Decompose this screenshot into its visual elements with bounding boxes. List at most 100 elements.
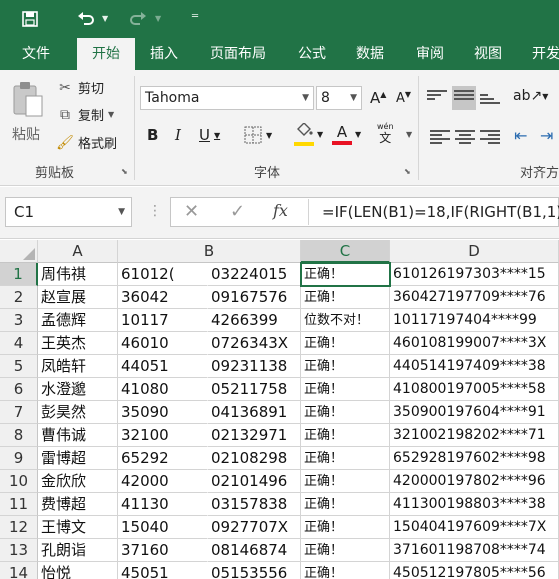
tab-view[interactable]: 视图 <box>462 38 514 70</box>
cell-b-overflow[interactable]: 0927707X <box>208 516 301 539</box>
undo-dropdown-icon[interactable]: ▼ <box>102 14 108 23</box>
cell-b-overflow[interactable]: 04136891 <box>208 401 301 424</box>
column-header-c[interactable]: C <box>301 240 390 263</box>
cell-d[interactable]: 321002198202****71 <box>390 424 559 447</box>
row-header[interactable]: 2 <box>0 286 38 309</box>
font-size-dropdown-icon[interactable]: ▼ <box>350 87 357 109</box>
grow-font-button[interactable]: A ▲ <box>370 89 386 107</box>
cell-b-overflow[interactable]: 02108298 <box>208 447 301 470</box>
cell-b[interactable]: 61012( <box>118 263 208 286</box>
cell-a[interactable]: 怡悦 <box>38 562 118 579</box>
cell-b[interactable]: 46010 <box>118 332 208 355</box>
row-header[interactable]: 1 <box>0 263 38 286</box>
underline-dropdown-icon[interactable]: ▼ <box>214 131 220 140</box>
cell-a[interactable]: 彭昊然 <box>38 401 118 424</box>
cell-c[interactable]: 正确！ <box>301 424 390 447</box>
row-header[interactable]: 3 <box>0 309 38 332</box>
cell-c[interactable]: 正确！ <box>301 470 390 493</box>
cell-b[interactable]: 65292 <box>118 447 208 470</box>
cell-c[interactable]: 正确！ <box>301 263 390 286</box>
redo-dropdown-icon[interactable]: ▼ <box>155 14 161 23</box>
fill-color-button[interactable]: ▼ <box>294 122 323 146</box>
tab-home[interactable]: 开始 <box>77 38 135 71</box>
cell-b[interactable]: 42000 <box>118 470 208 493</box>
cell-b[interactable]: 15040 <box>118 516 208 539</box>
bold-button[interactable]: B <box>147 126 158 144</box>
cell-a[interactable]: 水澄邈 <box>38 378 118 401</box>
enter-icon[interactable]: ✓ <box>230 201 245 222</box>
row-header[interactable]: 14 <box>0 562 38 579</box>
borders-dropdown-icon[interactable]: ▼ <box>266 131 272 140</box>
tab-developer[interactable]: 开发 <box>520 38 559 70</box>
column-header-d[interactable]: D <box>390 240 559 263</box>
cell-d[interactable]: 10117197404****99 <box>390 309 559 332</box>
cell-c[interactable]: 正确！ <box>301 378 390 401</box>
cell-b-overflow[interactable]: 05211758 <box>208 378 301 401</box>
cell-a[interactable]: 赵宣展 <box>38 286 118 309</box>
cell-a[interactable]: 孔朗诣 <box>38 539 118 562</box>
cell-b-overflow[interactable]: 05153556 <box>208 562 301 579</box>
font-size-combo[interactable]: 8 ▼ <box>316 86 362 110</box>
cell-a[interactable]: 王博文 <box>38 516 118 539</box>
tab-formulas[interactable]: 公式 <box>287 38 337 70</box>
cell-d[interactable]: 460108199007****3X <box>390 332 559 355</box>
cell-d[interactable]: 610126197303****15 <box>390 263 559 286</box>
phonetic-dropdown-icon[interactable]: ▼ <box>406 130 412 139</box>
align-left-icon[interactable] <box>430 128 450 146</box>
font-color-button[interactable]: A ▼ <box>332 123 361 145</box>
shrink-font-button[interactable]: A ▼ <box>396 90 411 106</box>
clipboard-launcher-icon[interactable]: ⬊ <box>121 167 128 176</box>
cell-c[interactable]: 正确！ <box>301 355 390 378</box>
cell-d[interactable]: 350900197604****91 <box>390 401 559 424</box>
cell-c[interactable]: 正确！ <box>301 332 390 355</box>
decrease-indent-button[interactable]: ⇤ <box>514 126 527 145</box>
column-header-a[interactable]: A <box>38 240 118 263</box>
row-header[interactable]: 5 <box>0 355 38 378</box>
font-launcher-icon[interactable]: ⬊ <box>404 167 411 176</box>
row-header[interactable]: 11 <box>0 493 38 516</box>
select-all-corner[interactable] <box>0 240 38 263</box>
cell-b[interactable]: 36042 <box>118 286 208 309</box>
cancel-icon[interactable]: ✕ <box>184 201 199 222</box>
cell-a[interactable]: 王英杰 <box>38 332 118 355</box>
cell-d[interactable]: 420000197802****96 <box>390 470 559 493</box>
underline-button[interactable]: U ▼ <box>199 126 220 144</box>
tab-file[interactable]: 文件 <box>10 38 62 70</box>
orientation-dropdown-icon[interactable]: ▼ <box>542 92 548 101</box>
cell-b-overflow[interactable]: 08146874 <box>208 539 301 562</box>
cell-b[interactable]: 45051 <box>118 562 208 579</box>
format-painter-button[interactable]: 🖌 格式刷 <box>56 133 117 153</box>
cell-b-overflow[interactable]: 4266399 <box>208 309 301 332</box>
cell-b[interactable]: 44051 <box>118 355 208 378</box>
cell-b-overflow[interactable]: 09167576 <box>208 286 301 309</box>
name-box[interactable]: C1 ▼ <box>5 197 132 227</box>
tab-page-layout[interactable]: 页面布局 <box>198 38 278 70</box>
row-header[interactable]: 8 <box>0 424 38 447</box>
align-center-icon[interactable] <box>455 128 475 146</box>
undo-icon[interactable] <box>74 7 98 31</box>
cell-c[interactable]: 正确！ <box>301 286 390 309</box>
phonetic-button[interactable]: wén 文 <box>377 122 394 146</box>
row-header[interactable]: 7 <box>0 401 38 424</box>
cell-b-overflow[interactable]: 09231138 <box>208 355 301 378</box>
font-name-dropdown-icon[interactable]: ▼ <box>302 87 309 109</box>
align-middle-icon[interactable] <box>452 86 476 110</box>
cell-d[interactable]: 411300198803****38 <box>390 493 559 516</box>
save-icon[interactable] <box>18 7 42 31</box>
tab-review[interactable]: 审阅 <box>404 38 456 70</box>
cell-c[interactable]: 正确！ <box>301 401 390 424</box>
cell-d[interactable]: 450512197805****56 <box>390 562 559 579</box>
cell-d[interactable]: 360427197709****76 <box>390 286 559 309</box>
column-header-b[interactable]: B <box>118 240 301 263</box>
copy-dropdown-icon[interactable]: ▼ <box>108 110 114 119</box>
orientation-button[interactable]: ab↗ ▼ <box>513 88 548 104</box>
cell-d[interactable]: 410800197005****58 <box>390 378 559 401</box>
row-header[interactable]: 9 <box>0 447 38 470</box>
cell-a[interactable]: 曹伟诚 <box>38 424 118 447</box>
cell-b-overflow[interactable]: 02101496 <box>208 470 301 493</box>
align-right-icon[interactable] <box>480 128 500 146</box>
redo-icon[interactable] <box>126 7 150 31</box>
cell-d[interactable]: 150404197609****7X <box>390 516 559 539</box>
font-color-dropdown-icon[interactable]: ▼ <box>355 130 361 139</box>
cell-b[interactable]: 10117 <box>118 309 208 332</box>
